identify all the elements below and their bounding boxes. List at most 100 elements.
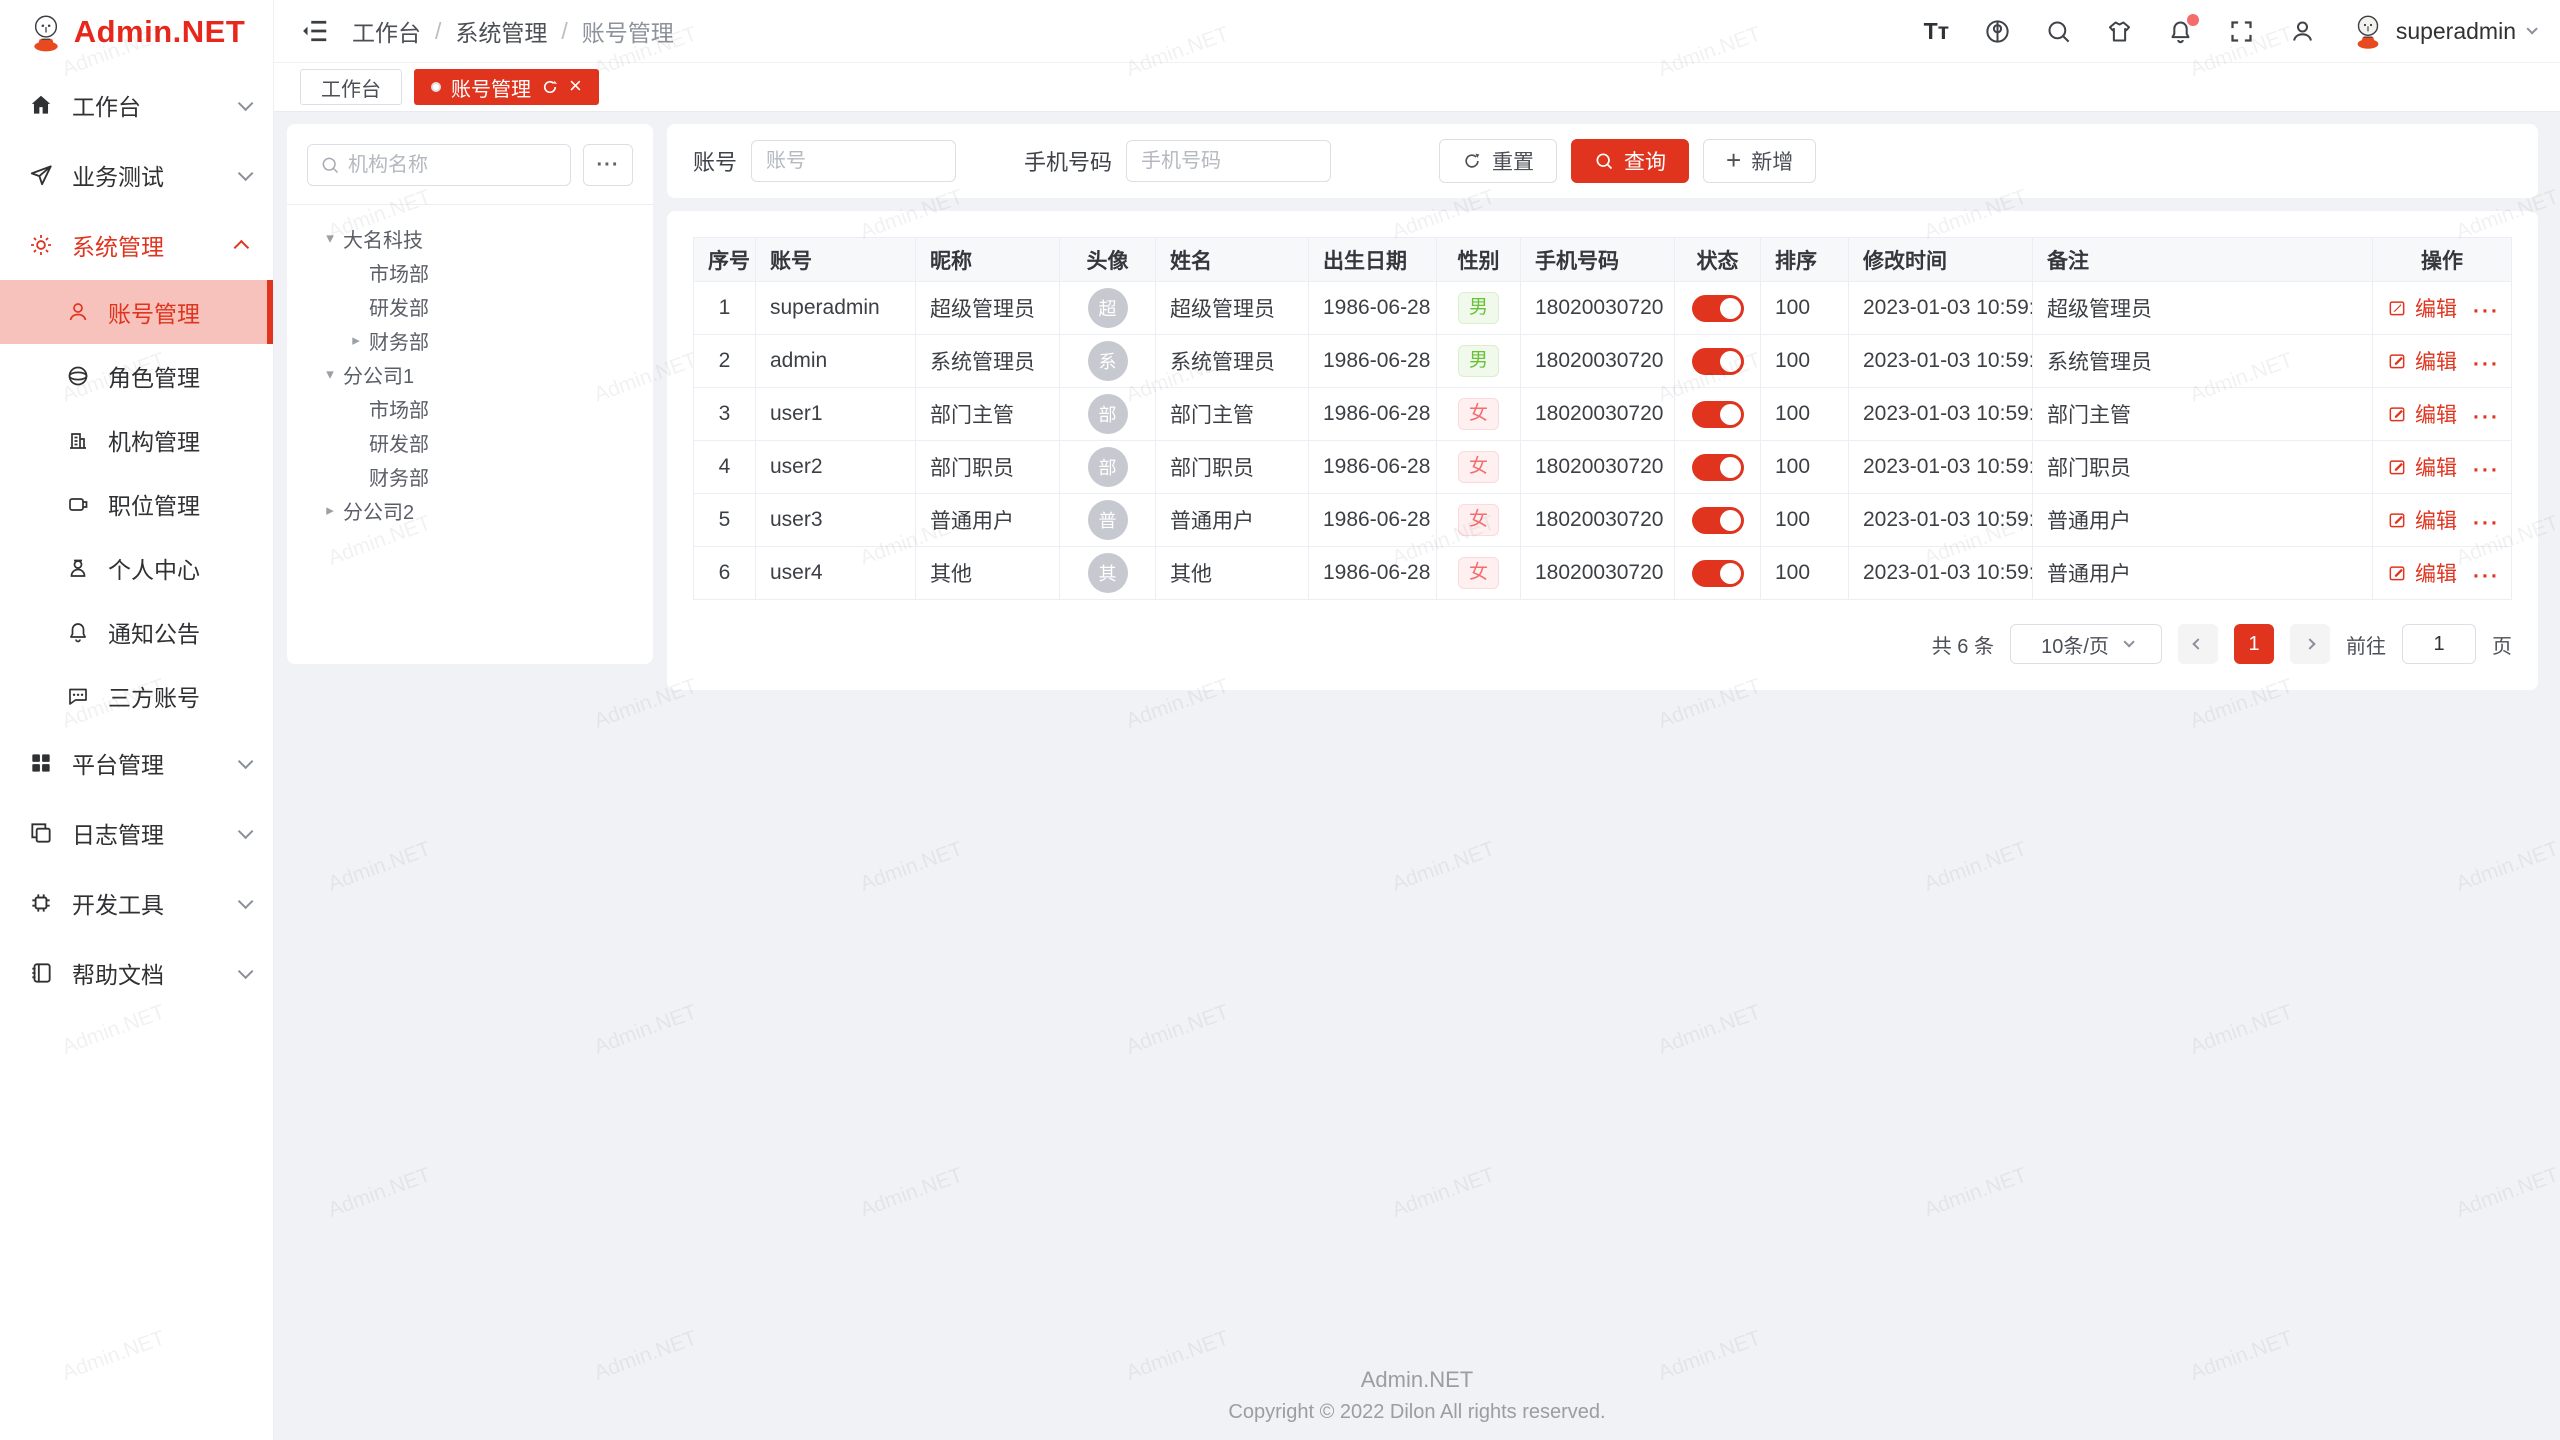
- fullscreen-icon[interactable]: [2228, 18, 2255, 45]
- logo-text: Admin.NET: [74, 14, 246, 50]
- position-icon: [66, 492, 90, 516]
- tab-workbench[interactable]: 工作台: [300, 69, 402, 105]
- bell-icon: [66, 620, 90, 644]
- edit-button[interactable]: 编辑: [2387, 293, 2457, 323]
- tree-more-button[interactable]: ···: [583, 144, 633, 186]
- caret-collapsed-icon[interactable]: ▸: [343, 331, 369, 349]
- tab-account-management[interactable]: 账号管理 ×: [414, 69, 599, 105]
- page-size-select[interactable]: 10条/页: [2010, 624, 2162, 664]
- tree-node[interactable]: ▾分公司1: [307, 357, 633, 391]
- sidebar-item-profile-center[interactable]: 个人中心: [0, 536, 273, 600]
- sidebar-item-log-management[interactable]: 日志管理: [0, 798, 273, 868]
- collapse-menu-icon[interactable]: [300, 16, 330, 46]
- search-icon[interactable]: [2045, 18, 2072, 45]
- tree-node[interactable]: ▾大名科技: [307, 221, 633, 255]
- status-toggle[interactable]: [1692, 454, 1744, 481]
- user-menu[interactable]: superadmin: [2350, 12, 2534, 50]
- query-button[interactable]: 查询: [1571, 139, 1689, 183]
- org-search-input[interactable]: [348, 154, 558, 177]
- account-label: 账号: [693, 145, 737, 177]
- search-icon: [1594, 151, 1614, 171]
- org-tree-panel: ··· ▾大名科技 市场部 研发部 ▸财务部 ▾分公司1 市场部 研发部 财务部…: [287, 124, 653, 664]
- sidebar-item-dev-tools[interactable]: 开发工具: [0, 868, 273, 938]
- tree-node[interactable]: 研发部: [307, 425, 633, 459]
- pagination: 共 6 条 10条/页 1 前往 页: [693, 624, 2512, 664]
- sidebar-item-system-management[interactable]: 系统管理: [0, 210, 273, 280]
- avatar: 其: [1088, 553, 1128, 593]
- sidebar: Admin.NET 工作台 业务测试 系统管理 账号管理: [0, 0, 274, 1440]
- person-icon[interactable]: [2289, 18, 2316, 45]
- edit-button[interactable]: 编辑: [2387, 346, 2457, 376]
- sidebar-item-business-test[interactable]: 业务测试: [0, 140, 273, 210]
- refresh-tab-icon[interactable]: [541, 78, 559, 96]
- breadcrumb-system-management[interactable]: 系统管理: [455, 14, 547, 48]
- caret-expanded-icon[interactable]: ▾: [317, 229, 343, 247]
- breadcrumb-workbench[interactable]: 工作台: [352, 14, 421, 48]
- close-tab-icon[interactable]: ×: [569, 75, 582, 97]
- filter-bar: 账号 手机号码 重置 查询 + 新: [667, 124, 2538, 198]
- theme-icon[interactable]: [2106, 18, 2133, 45]
- sidebar-item-third-party-account[interactable]: 三方账号: [0, 664, 273, 728]
- tree-node[interactable]: 财务部: [307, 459, 633, 493]
- status-toggle[interactable]: [1692, 295, 1744, 322]
- status-toggle[interactable]: [1692, 401, 1744, 428]
- org-search-field[interactable]: [307, 144, 571, 186]
- edit-icon: [2387, 457, 2407, 477]
- sidebar-item-workbench[interactable]: 工作台: [0, 70, 273, 140]
- sidebar-item-notice[interactable]: 通知公告: [0, 600, 273, 664]
- sidebar-item-help-docs[interactable]: 帮助文档: [0, 938, 273, 1008]
- language-icon[interactable]: [1984, 18, 2011, 45]
- chevron-left-icon: [2192, 638, 2203, 649]
- system-management-submenu: 账号管理 角色管理 机构管理 职位管理 个人中心: [0, 280, 273, 728]
- reset-button[interactable]: 重置: [1439, 139, 1557, 183]
- caret-collapsed-icon[interactable]: ▸: [317, 501, 343, 519]
- tree-node[interactable]: ▸财务部: [307, 323, 633, 357]
- edit-button[interactable]: 编辑: [2387, 399, 2457, 429]
- account-input[interactable]: [751, 140, 956, 182]
- avatar: 部: [1088, 447, 1128, 487]
- sidebar-item-platform-management[interactable]: 平台管理: [0, 728, 273, 798]
- right-column: 账号 手机号码 重置 查询 + 新: [667, 124, 2538, 1440]
- goto-page-input[interactable]: [2402, 624, 2476, 664]
- caret-expanded-icon[interactable]: ▾: [317, 365, 343, 383]
- logo[interactable]: Admin.NET: [0, 0, 273, 64]
- chevron-down-icon: [238, 823, 254, 839]
- table-row: 2 admin 系统管理员 系 系统管理员 1986-06-28 男 18020…: [694, 335, 2512, 388]
- sidebar-item-org-management[interactable]: 机构管理: [0, 408, 273, 472]
- edit-button[interactable]: 编辑: [2387, 558, 2457, 588]
- row-more-button[interactable]: ···: [2473, 353, 2500, 376]
- profile-icon: [66, 556, 90, 580]
- avatar: 部: [1088, 394, 1128, 434]
- edit-button[interactable]: 编辑: [2387, 505, 2457, 535]
- notification-icon[interactable]: [2167, 18, 2194, 45]
- app-root: Admin.NET 工作台 业务测试 系统管理 账号管理: [0, 0, 2560, 1440]
- sidebar-item-position-management[interactable]: 职位管理: [0, 472, 273, 536]
- tools-icon: [28, 890, 54, 916]
- edit-button[interactable]: 编辑: [2387, 452, 2457, 482]
- sidebar-item-account-management[interactable]: 账号管理: [0, 280, 273, 344]
- font-size-icon[interactable]: Tт: [1923, 18, 1950, 45]
- prev-page-button[interactable]: [2178, 624, 2218, 664]
- tree-node[interactable]: 市场部: [307, 391, 633, 425]
- status-toggle[interactable]: [1692, 560, 1744, 587]
- row-more-button[interactable]: ···: [2473, 459, 2500, 482]
- row-more-button[interactable]: ···: [2473, 565, 2500, 588]
- page-number-button[interactable]: 1: [2234, 624, 2274, 664]
- row-more-button[interactable]: ···: [2473, 512, 2500, 535]
- tree-node[interactable]: 研发部: [307, 289, 633, 323]
- status-toggle[interactable]: [1692, 348, 1744, 375]
- table-row: 5 user3 普通用户 普 普通用户 1986-06-28 女 1802003…: [694, 494, 2512, 547]
- add-button[interactable]: + 新增: [1703, 139, 1816, 183]
- tree-node[interactable]: ▸分公司2: [307, 493, 633, 527]
- chevron-down-icon: [238, 95, 254, 111]
- row-more-button[interactable]: ···: [2473, 300, 2500, 323]
- sidebar-item-role-management[interactable]: 角色管理: [0, 344, 273, 408]
- chat-icon: [66, 684, 90, 708]
- avatar: 普: [1088, 500, 1128, 540]
- tree-node[interactable]: 市场部: [307, 255, 633, 289]
- status-toggle[interactable]: [1692, 507, 1744, 534]
- phone-input[interactable]: [1126, 140, 1331, 182]
- user-icon: [66, 300, 90, 324]
- next-page-button[interactable]: [2290, 624, 2330, 664]
- row-more-button[interactable]: ···: [2473, 406, 2500, 429]
